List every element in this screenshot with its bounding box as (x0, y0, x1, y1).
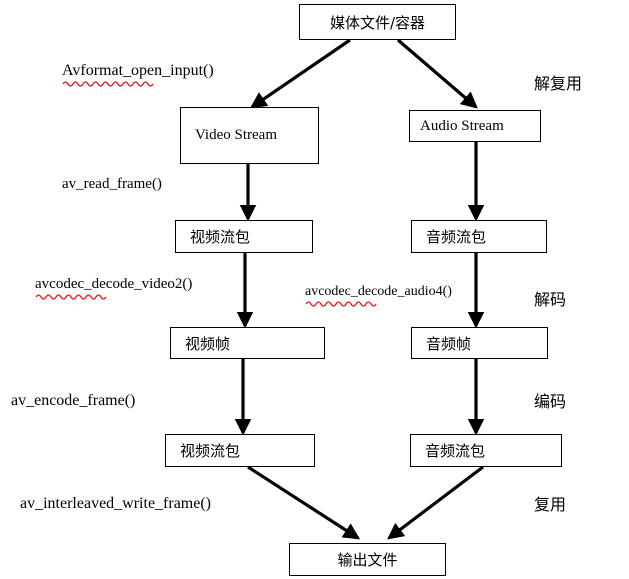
label-avformat-open-input: Avformat_open_input() (62, 62, 214, 80)
label-avcodec-decode-video2-text: avcodec_decode_video2() (35, 276, 193, 292)
spellcheck-underline-open-input (62, 81, 154, 87)
label-av-encode-frame: av_encode_frame() (11, 392, 135, 410)
label-av-encode-frame-text: av_encode_frame() (11, 392, 136, 409)
spellcheck-underline-decode-audio (305, 301, 377, 307)
label-av-read-frame: av_read_frame() (62, 176, 162, 193)
label-stage-mux-text: 复用 (534, 495, 567, 514)
arrow-container-to-video (249, 38, 351, 109)
node-video-packet-in-label: 视频流包 (190, 228, 251, 246)
node-video-packet-out[interactable]: 视频流包 (165, 434, 315, 467)
diagram-canvas: 媒体文件/容器 Video Stream Audio Stream 视频流包 音… (0, 0, 629, 579)
node-output-file-label: 输出文件 (337, 551, 398, 569)
label-stage-encode-text: 编码 (534, 392, 567, 411)
label-avcodec-decode-video2: avcodec_decode_video2() (35, 276, 192, 293)
node-video-stream[interactable]: Video Stream (180, 107, 319, 164)
node-media-container-label: 媒体文件/容器 (329, 13, 426, 32)
label-stage-encode: 编码 (534, 388, 566, 412)
label-stage-demux: 解复用 (534, 70, 582, 94)
node-video-packet-in[interactable]: 视频流包 (175, 220, 313, 253)
node-audio-packet-out-label: 音频流包 (425, 442, 486, 460)
node-audio-frame[interactable]: 音频帧 (411, 327, 548, 359)
label-avcodec-decode-audio4: avcodec_decode_audio4() (305, 284, 452, 300)
label-stage-demux-text: 解复用 (534, 74, 583, 93)
node-audio-frame-label: 音频帧 (426, 334, 472, 353)
node-video-frame[interactable]: 视频帧 (170, 327, 325, 359)
node-media-container[interactable]: 媒体文件/容器 (299, 4, 456, 40)
label-stage-mux: 复用 (534, 491, 566, 515)
node-output-file[interactable]: 输出文件 (289, 543, 446, 576)
node-audio-stream-label: Audio Stream (420, 117, 504, 134)
label-av-read-frame-text: av_read_frame() (62, 176, 162, 192)
node-audio-packet-in-label: 音频流包 (426, 228, 487, 246)
spellcheck-underline-decode-video (35, 294, 107, 300)
label-av-interleaved-write-frame: av_interleaved_write_frame() (20, 495, 211, 513)
node-audio-packet-out[interactable]: 音频流包 (410, 434, 562, 467)
node-audio-stream[interactable]: Audio Stream (409, 110, 541, 142)
node-audio-packet-in[interactable]: 音频流包 (411, 220, 547, 253)
arrow-container-to-audio (396, 38, 478, 109)
node-video-frame-label: 视频帧 (185, 334, 231, 353)
label-av-interleaved-write-frame-text: av_interleaved_write_frame() (20, 495, 212, 512)
node-video-packet-out-label: 视频流包 (180, 442, 241, 460)
label-stage-decode-text: 解码 (534, 290, 567, 309)
label-avcodec-decode-audio4-text: avcodec_decode_audio4() (305, 284, 452, 299)
label-stage-decode: 解码 (534, 286, 566, 310)
label-avformat-open-input-text: Avformat_open_input() (62, 62, 214, 79)
arrow-video-packet-to-output (247, 465, 361, 540)
arrow-audio-packet-to-output (387, 465, 484, 540)
node-video-stream-label: Video Stream (195, 127, 277, 143)
